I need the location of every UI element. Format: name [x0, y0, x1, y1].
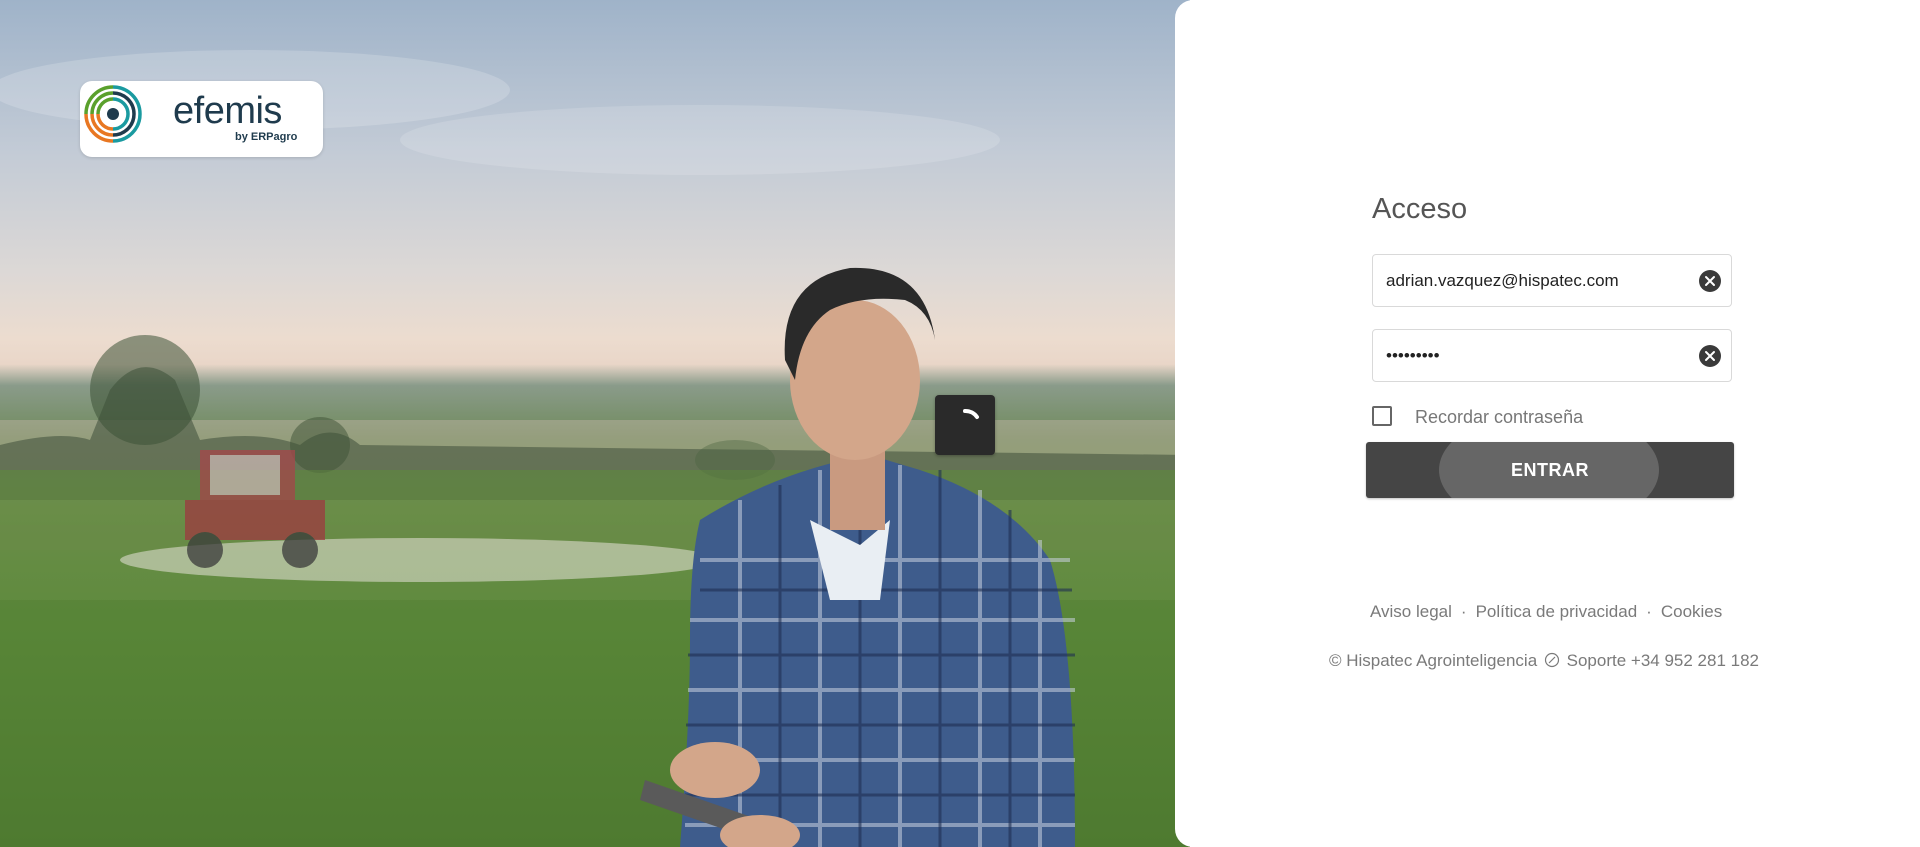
- privacy-policy-link[interactable]: Política de privacidad: [1476, 602, 1638, 621]
- email-input[interactable]: [1386, 255, 1686, 306]
- loading-spinner-icon: [963, 409, 979, 419]
- footer: © Hispatec Agrointeligencia Soporte +34 …: [1329, 651, 1759, 671]
- submit-label: ENTRAR: [1511, 459, 1589, 480]
- aviso-legal-link[interactable]: Aviso legal: [1370, 602, 1452, 621]
- remember-label[interactable]: Recordar contraseña: [1415, 407, 1583, 428]
- login-submit-button[interactable]: ENTRAR: [1366, 442, 1734, 498]
- close-circle-icon: [1705, 351, 1715, 361]
- copyright-text: © Hispatec Agrointeligencia: [1329, 651, 1538, 670]
- password-field[interactable]: [1372, 329, 1732, 382]
- clear-password-button[interactable]: [1699, 345, 1721, 367]
- farmer-figure: [640, 267, 1075, 847]
- brand-logo: efemis by ERPagro: [80, 81, 323, 157]
- loading-spinner: [935, 395, 995, 455]
- link-separator: ·: [1646, 602, 1652, 621]
- login-title: Acceso: [1372, 193, 1468, 225]
- logo-tagline: by ERPagro: [235, 131, 298, 143]
- clear-email-button[interactable]: [1699, 270, 1721, 292]
- efemis-logo-icon: [84, 85, 142, 143]
- legal-links: Aviso legal · Política de privacidad · Cooki…: [1370, 602, 1722, 622]
- close-circle-icon: [1705, 276, 1715, 286]
- password-input[interactable]: [1386, 330, 1686, 381]
- cookies-link[interactable]: Cookies: [1661, 602, 1722, 621]
- link-separator: ·: [1460, 602, 1467, 621]
- logo-wordmark: efemis: [173, 90, 282, 132]
- support-phone[interactable]: Soporte +34 952 281 182: [1567, 651, 1759, 670]
- remember-checkbox[interactable]: [1372, 406, 1392, 426]
- phone-icon: [1544, 652, 1559, 668]
- hero-background-photo: efemis by ERPagro: [0, 0, 1190, 847]
- email-field[interactable]: [1372, 254, 1732, 307]
